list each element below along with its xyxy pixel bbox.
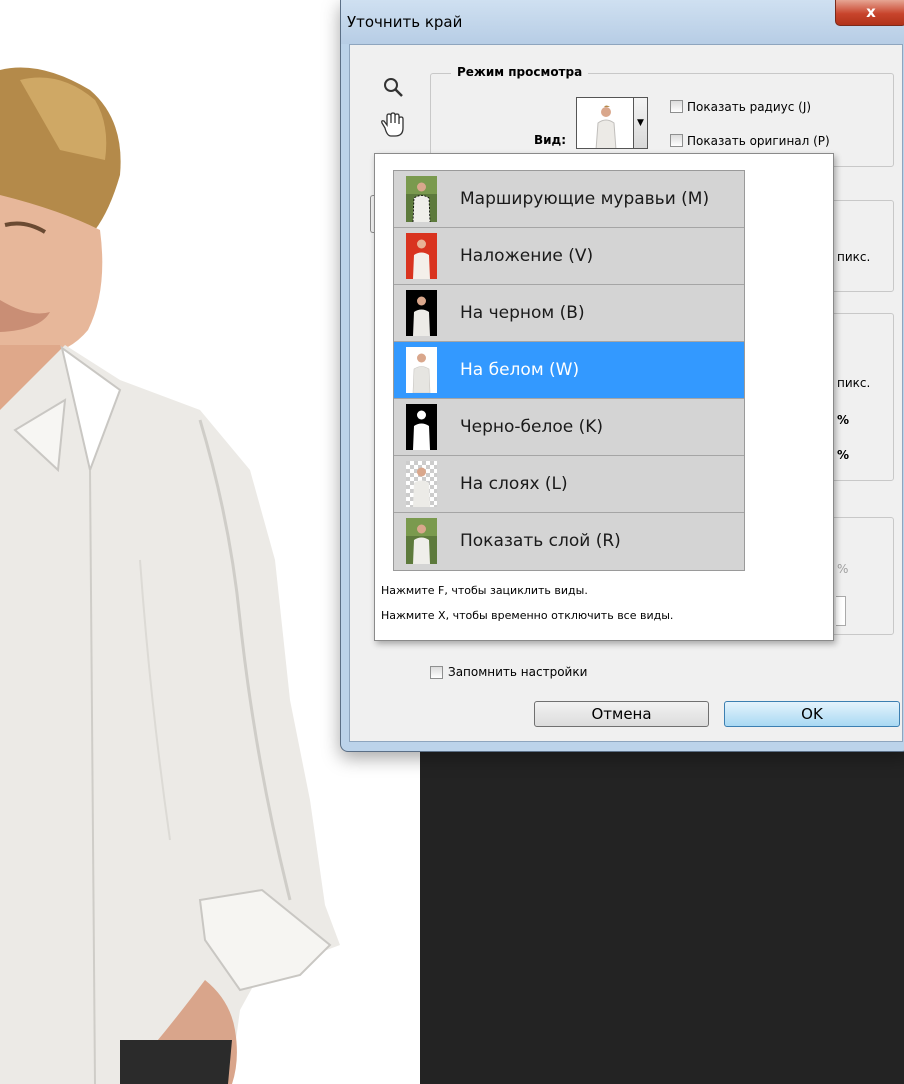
hint-disable: Нажмите X, чтобы временно отключить все … xyxy=(381,609,674,622)
edge-detection-group xyxy=(830,200,894,292)
menu-item-on-black[interactable]: На черном (B) xyxy=(394,285,744,342)
show-radius-checkbox[interactable] xyxy=(670,100,683,113)
menu-item-on-white[interactable]: На белом (W) xyxy=(394,342,744,399)
on-layers-thumb-icon xyxy=(406,461,437,507)
output-select[interactable] xyxy=(836,596,846,626)
amount-unit: % xyxy=(837,562,849,576)
smooth-unit: пикс. xyxy=(837,376,871,390)
title-bar[interactable]: Уточнить край x xyxy=(341,0,904,44)
menu-item-label: На черном (B) xyxy=(460,303,585,323)
view-mode-popup: Марширующие муравьи (M) Наложение (V) На… xyxy=(374,153,834,641)
menu-item-reveal-layer[interactable]: Показать слой (R) xyxy=(394,513,744,570)
view-label: Вид: xyxy=(534,133,567,147)
show-original-checkbox[interactable] xyxy=(670,134,683,147)
close-button[interactable]: x xyxy=(835,0,904,26)
view-thumbnail-icon xyxy=(577,98,633,148)
close-icon: x xyxy=(866,3,876,21)
remember-settings-label: Запомнить настройки xyxy=(448,665,588,679)
on-black-thumb-icon xyxy=(406,290,437,336)
marching-ants-thumb-icon xyxy=(406,176,437,222)
black-white-thumb-icon xyxy=(406,404,437,450)
zoom-tool-icon[interactable] xyxy=(382,76,404,98)
chevron-down-icon: ▼ xyxy=(637,118,644,128)
menu-item-marching-ants[interactable]: Марширующие муравьи (M) xyxy=(394,171,744,228)
reveal-layer-thumb-icon xyxy=(406,518,437,564)
menu-item-on-layers[interactable]: На слоях (L) xyxy=(394,456,744,513)
menu-item-label: На белом (W) xyxy=(460,360,580,380)
hint-cycle: Нажмите F, чтобы зациклить виды. xyxy=(381,584,588,597)
menu-item-label: Марширующие муравьи (M) xyxy=(460,189,710,209)
feather-unit: % xyxy=(837,413,850,427)
shift-edge-unit: % xyxy=(837,448,850,462)
menu-item-label: Черно-белое (K) xyxy=(460,417,604,437)
menu-item-label: Наложение (V) xyxy=(460,246,594,266)
cancel-button[interactable]: Отмена xyxy=(534,701,709,727)
menu-item-black-white[interactable]: Черно-белое (K) xyxy=(394,399,744,456)
show-original-label: Показать оригинал (P) xyxy=(687,134,830,148)
view-mode-title: Режим просмотра xyxy=(451,65,589,79)
canvas-background xyxy=(420,748,904,1084)
view-selector[interactable] xyxy=(576,97,634,149)
show-radius-label: Показать радиус (J) xyxy=(687,100,812,114)
radius-unit: пикс. xyxy=(837,250,871,264)
ok-button[interactable]: OK xyxy=(724,701,900,727)
view-mode-menu: Марширующие муравьи (M) Наложение (V) На… xyxy=(393,170,745,571)
on-white-thumb-icon xyxy=(406,347,437,393)
remember-settings-checkbox[interactable] xyxy=(430,666,443,679)
hand-tool-icon[interactable] xyxy=(378,112,406,138)
menu-item-overlay[interactable]: Наложение (V) xyxy=(394,228,744,285)
overlay-thumb-icon xyxy=(406,233,437,279)
view-dropdown-button[interactable]: ▼ xyxy=(634,97,648,149)
dialog-title: Уточнить край xyxy=(347,13,463,31)
menu-item-label: На слоях (L) xyxy=(460,474,568,494)
menu-item-label: Показать слой (R) xyxy=(460,531,621,551)
